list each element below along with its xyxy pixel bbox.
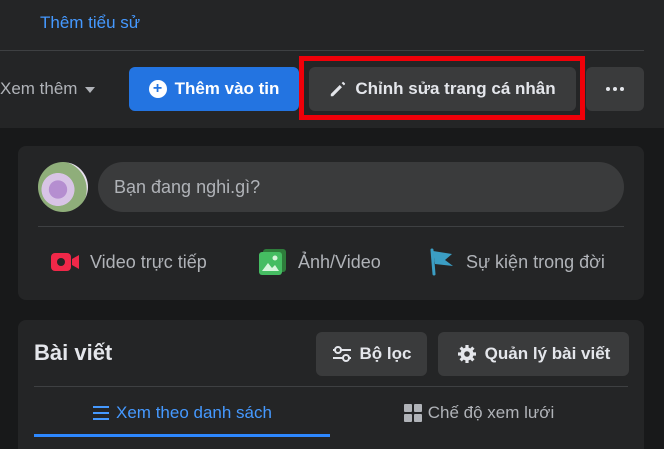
filter-sliders-icon — [332, 345, 352, 363]
composer-placeholder: Bạn đang nghi.gì? — [114, 176, 261, 197]
filter-label: Bộ lọc — [359, 344, 412, 363]
avatar[interactable] — [38, 162, 88, 212]
live-video-button[interactable]: Video trực tiếp — [50, 244, 207, 280]
divider — [34, 386, 628, 387]
live-video-icon — [50, 250, 80, 274]
add-to-story-button[interactable]: + Thêm vào tin — [129, 67, 299, 111]
tab-grid-view[interactable]: Chế độ xem lưới — [330, 392, 628, 434]
add-bio-link[interactable]: Thêm tiểu sử — [40, 13, 140, 33]
see-more-label: Xem thêm — [0, 79, 78, 98]
photo-video-label: Ảnh/Video — [298, 251, 381, 272]
tab-list-view[interactable]: Xem theo danh sách — [34, 392, 330, 434]
post-composer: Bạn đang nghi.gì? Video trực tiếp Ảnh/Vi… — [18, 146, 644, 300]
caret-down-icon — [85, 87, 96, 93]
active-tab-indicator — [34, 434, 330, 437]
profile-action-bar: Thêm tiểu sử Xem thêm + Thêm vào tin Chỉ… — [0, 0, 664, 128]
divider — [0, 50, 644, 51]
divider — [38, 226, 624, 227]
posts-title: Bài viết — [34, 340, 113, 365]
see-more-dropdown[interactable]: Xem thêm — [0, 74, 96, 104]
photo-video-icon — [258, 248, 288, 276]
grid-view-label: Chế độ xem lưới — [427, 403, 555, 422]
grid-icon — [403, 404, 422, 422]
life-event-label: Sự kiện trong đời — [466, 251, 605, 272]
posts-section: Bài viết Bộ lọc Quản lý bài viết Xem the… — [18, 320, 644, 449]
photo-video-button[interactable]: Ảnh/Video — [258, 244, 381, 280]
more-options-button[interactable] — [586, 67, 644, 111]
life-event-button[interactable]: Sự kiện trong đời — [428, 244, 605, 280]
flag-icon — [428, 248, 456, 276]
gear-icon — [457, 344, 477, 364]
manage-posts-button[interactable]: Quản lý bài viết — [438, 332, 629, 376]
whats-on-your-mind-input[interactable]: Bạn đang nghi.gì? — [98, 162, 624, 212]
manage-posts-label: Quản lý bài viết — [484, 344, 611, 363]
plus-circle-icon: + — [148, 80, 167, 98]
list-view-label: Xem theo danh sách — [116, 403, 272, 422]
highlight-box — [299, 56, 585, 120]
filter-button[interactable]: Bộ lọc — [316, 332, 427, 376]
add-to-story-label: Thêm vào tin — [174, 79, 280, 98]
list-icon — [92, 405, 110, 421]
live-video-label: Video trực tiếp — [90, 251, 207, 272]
more-dots-icon — [606, 87, 624, 91]
